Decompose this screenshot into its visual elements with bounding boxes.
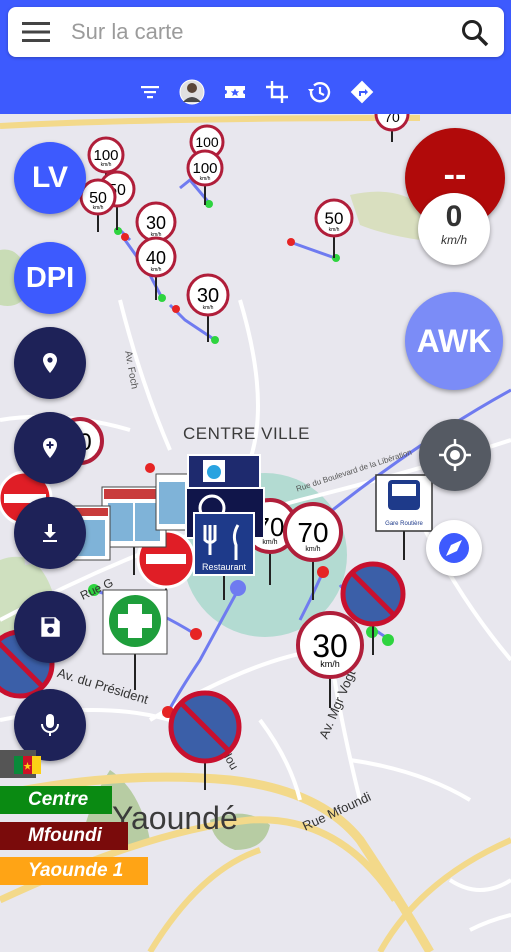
add-location-icon xyxy=(43,438,57,458)
department-label: Mfoundi xyxy=(0,822,128,850)
svg-text:km/h: km/h xyxy=(200,176,211,182)
filter-icon[interactable] xyxy=(136,78,164,106)
directions-icon[interactable] xyxy=(348,78,376,106)
country-flag xyxy=(0,750,46,778)
speed-sign-40: 40km/h xyxy=(135,236,177,300)
svg-text:50: 50 xyxy=(325,209,344,228)
compass-icon xyxy=(439,533,469,563)
svg-text:km/h: km/h xyxy=(320,659,340,669)
svg-text:km/h: km/h xyxy=(262,539,277,546)
svg-text:km/h: km/h xyxy=(93,205,104,211)
speed-sign-100c: 100km/h xyxy=(186,149,224,205)
svg-text:30: 30 xyxy=(197,285,219,307)
current-speed: 0 km/h xyxy=(418,193,490,265)
crop-icon[interactable] xyxy=(263,78,291,106)
no-parking-sign xyxy=(168,690,242,790)
restaurant-icon: Restaurant xyxy=(193,512,255,600)
compass-button[interactable] xyxy=(426,520,482,576)
svg-text:km/h: km/h xyxy=(329,227,340,233)
svg-text:70: 70 xyxy=(297,517,328,548)
supermarket-icon xyxy=(155,473,189,531)
speed-sign-50c: 50km/h xyxy=(314,198,354,258)
save-icon xyxy=(41,617,60,637)
svg-text:100: 100 xyxy=(195,134,219,150)
save-button[interactable] xyxy=(14,591,86,663)
crosshair-icon xyxy=(439,439,471,471)
my-location-button[interactable] xyxy=(419,419,491,491)
add-location-button[interactable] xyxy=(14,412,86,484)
dpi-button[interactable]: DPI xyxy=(14,242,86,314)
commune-label: Yaounde 1 xyxy=(0,857,148,885)
search-icon[interactable] xyxy=(460,18,490,48)
history-icon[interactable] xyxy=(305,78,333,106)
region-label: Centre xyxy=(0,786,112,814)
current-speed-unit: km/h xyxy=(440,233,467,247)
ticket-icon[interactable] xyxy=(221,78,249,106)
svg-text:Gare Routière: Gare Routière xyxy=(385,521,423,527)
svg-text:30: 30 xyxy=(146,213,166,233)
svg-text:km/h: km/h xyxy=(203,305,214,311)
download-button[interactable] xyxy=(14,497,86,569)
pharmacy-icon xyxy=(102,589,168,690)
location-pin-button[interactable] xyxy=(14,327,86,399)
awk-button[interactable]: AWK xyxy=(405,292,503,390)
avatar-icon[interactable] xyxy=(178,78,206,106)
svg-text:km/h: km/h xyxy=(101,162,112,168)
svg-text:40: 40 xyxy=(146,248,166,268)
menu-icon[interactable] xyxy=(22,20,50,44)
svg-text:Restaurant: Restaurant xyxy=(202,562,247,572)
top-bar: Sur la carte xyxy=(0,0,511,114)
svg-text:100: 100 xyxy=(192,160,217,177)
cameroon-flag-icon xyxy=(0,750,41,778)
microphone-icon xyxy=(41,714,59,736)
lv-button[interactable]: LV xyxy=(14,142,86,214)
speed-sign-50b: 50km/h xyxy=(79,178,117,232)
speed-sign-70: 70km/h xyxy=(283,502,343,600)
svg-text:km/h: km/h xyxy=(151,267,162,273)
speed-sign-30b: 30km/h xyxy=(186,273,230,342)
speed-sign-30c: 30km/h xyxy=(296,611,364,708)
download-icon xyxy=(43,524,57,542)
search-bar[interactable]: Sur la carte xyxy=(8,7,504,57)
current-speed-value: 0 xyxy=(445,200,463,233)
svg-text:km/h: km/h xyxy=(305,546,320,553)
location-pin-icon xyxy=(43,353,57,373)
toolbar xyxy=(0,78,511,108)
search-input[interactable]: Sur la carte xyxy=(71,19,184,45)
